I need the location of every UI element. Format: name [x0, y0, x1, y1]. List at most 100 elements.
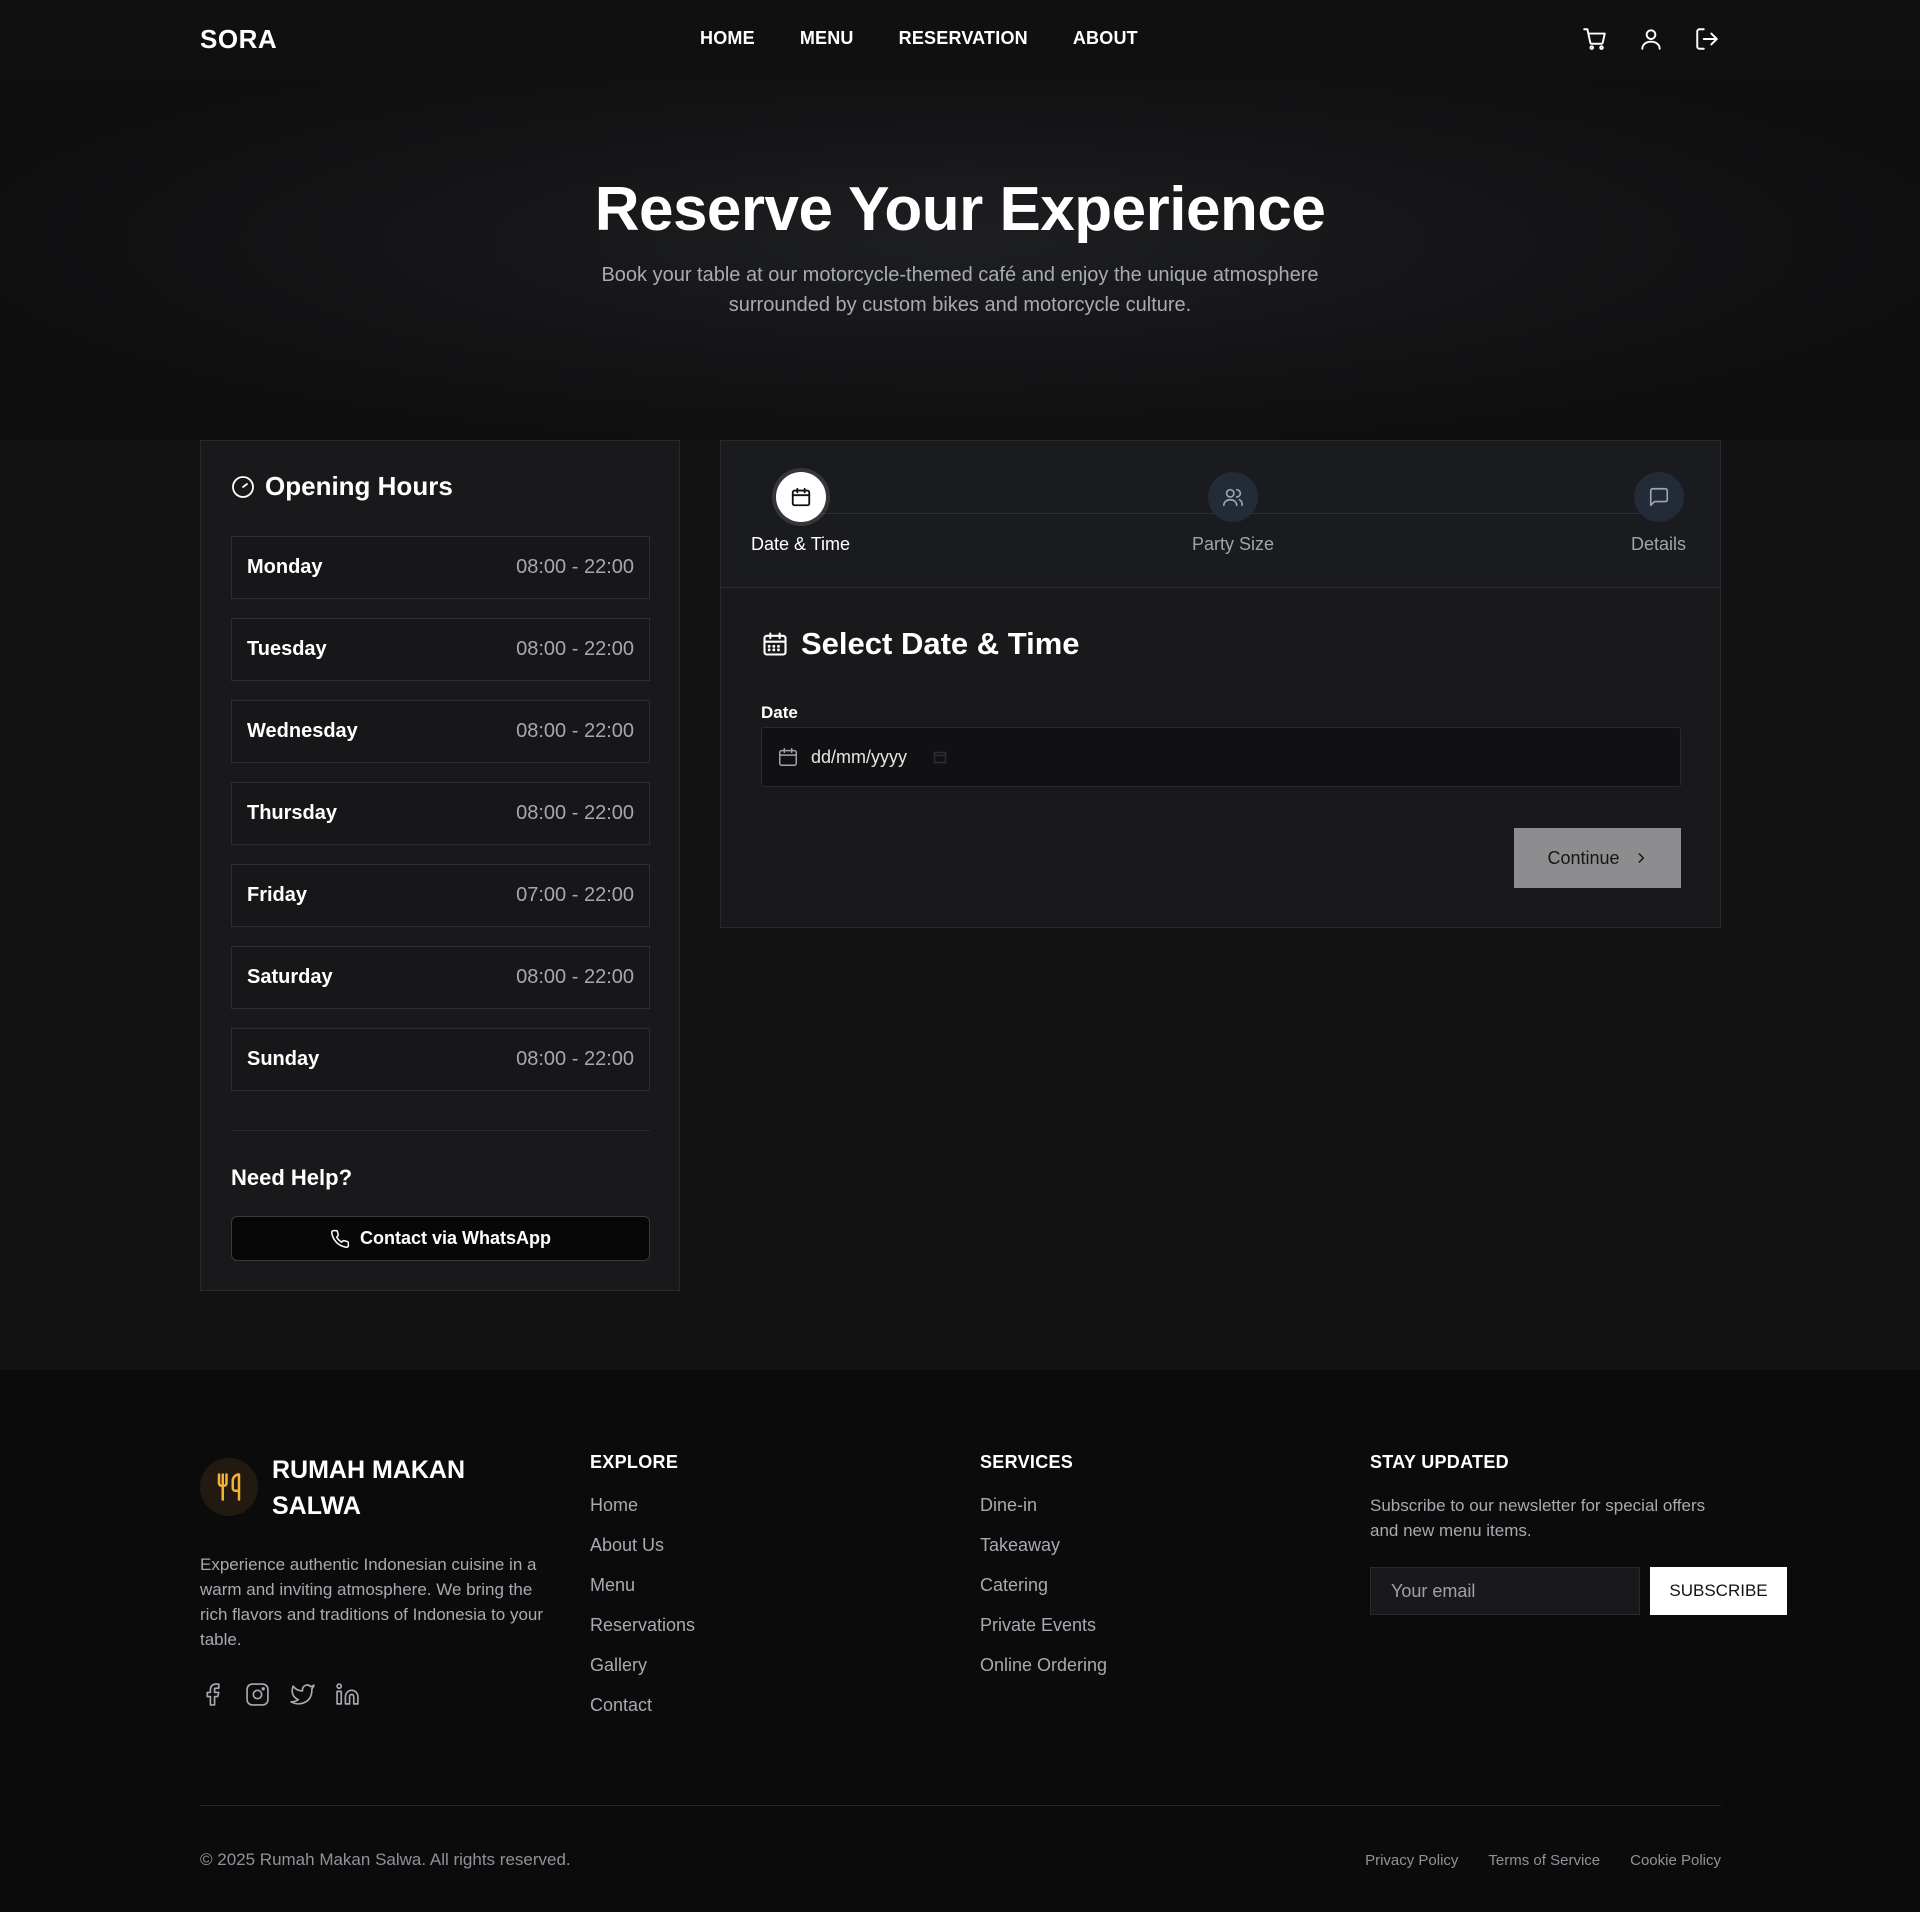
hours-time: 08:00 - 22:00	[516, 802, 634, 824]
hours-time: 08:00 - 22:00	[516, 966, 634, 988]
twitter-icon[interactable]	[290, 1682, 315, 1707]
utensils-icon	[200, 1458, 258, 1516]
site-logo[interactable]: SORA	[200, 24, 277, 55]
phone-icon	[330, 1229, 350, 1249]
logout-icon[interactable]	[1694, 26, 1720, 52]
step-indicator	[1633, 472, 1684, 522]
whatsapp-button-label: Contact via WhatsApp	[359, 1228, 551, 1248]
facebook-icon[interactable]	[200, 1682, 225, 1707]
calendar-icon	[761, 630, 789, 658]
step-indicator	[1208, 472, 1259, 522]
footer-link-about-us[interactable]: About Us	[590, 1533, 695, 1573]
hours-time: 08:00 - 22:00	[516, 1048, 634, 1070]
date-picker-icon[interactable]	[933, 750, 947, 764]
reservation-card: Date & Time Party Size Details Select Da…	[720, 440, 1721, 928]
cart-icon[interactable]	[1582, 26, 1608, 52]
nav-reservation[interactable]: RESERVATION	[899, 28, 1028, 49]
step-label: Details	[1631, 534, 1687, 554]
footer-explore-column: EXPLORE Home About Us Menu Reservations …	[590, 1452, 695, 1733]
explore-heading: EXPLORE	[590, 1452, 679, 1472]
hours-day: Monday	[247, 556, 323, 578]
footer-link-gallery[interactable]: Gallery	[590, 1653, 695, 1693]
hours-day: Friday	[247, 884, 308, 906]
divider	[200, 1805, 1721, 1806]
privacy-policy-link[interactable]: Privacy Policy	[1365, 1852, 1458, 1869]
hours-day: Sunday	[247, 1048, 320, 1070]
hours-time: 08:00 - 22:00	[516, 720, 634, 742]
linkedin-icon[interactable]	[335, 1682, 360, 1707]
footer-link-online-ordering[interactable]: Online Ordering	[980, 1653, 1107, 1693]
footer-link-dine-in[interactable]: Dine-in	[980, 1493, 1107, 1533]
page-title: Reserve Your Experience	[594, 175, 1326, 244]
hours-time: 08:00 - 22:00	[516, 556, 634, 578]
social-links	[200, 1682, 360, 1707]
footer-link-catering[interactable]: Catering	[980, 1573, 1107, 1613]
cookie-policy-link[interactable]: Cookie Policy	[1630, 1852, 1721, 1869]
step-label: Party Size	[1192, 534, 1275, 554]
chevron-right-icon	[1634, 851, 1648, 865]
terms-of-service-link[interactable]: Terms of Service	[1488, 1852, 1600, 1869]
hours-row-thursday: Thursday 08:00 - 22:00	[231, 782, 650, 845]
step-indicator-active	[775, 472, 826, 522]
nav-menu[interactable]: MENU	[800, 28, 854, 49]
nav-about[interactable]: ABOUT	[1073, 28, 1138, 49]
contact-whatsapp-button[interactable]: Contact via WhatsApp	[231, 1216, 650, 1261]
step-party-size[interactable]: Party Size	[1192, 472, 1274, 555]
hours-time: 07:00 - 22:00	[516, 884, 634, 906]
hours-row-monday: Monday 08:00 - 22:00	[231, 536, 650, 599]
footer-newsletter-column: STAY UPDATED Subscribe to our newsletter…	[1370, 1452, 1810, 1622]
continue-button-label: Continue	[1547, 847, 1620, 868]
hours-day: Saturday	[247, 966, 333, 988]
continue-button[interactable]: Continue	[1514, 828, 1681, 888]
date-input[interactable]: dd/mm/yyyy	[761, 727, 1681, 787]
clock-icon	[231, 475, 255, 499]
newsletter-heading: STAY UPDATED	[1370, 1452, 1509, 1472]
date-label: Date	[761, 703, 798, 722]
section-heading: Select Date & Time	[761, 626, 1080, 662]
email-input[interactable]	[1370, 1567, 1640, 1615]
calendar-icon	[777, 746, 799, 768]
brand-description: Experience authentic Indonesian cuisine …	[200, 1555, 544, 1649]
date-placeholder: dd/mm/yyyy	[811, 746, 908, 767]
legal-links: Privacy Policy Terms of Service Cookie P…	[1365, 1852, 1721, 1869]
user-icon[interactable]	[1638, 26, 1664, 52]
users-icon	[1222, 486, 1244, 508]
hero-section: Reserve Your Experience Book your table …	[0, 80, 1920, 440]
footer-link-home[interactable]: Home	[590, 1493, 695, 1533]
opening-hours-card: Opening Hours Monday 08:00 - 22:00 Tuesda…	[200, 440, 680, 1291]
nav-home[interactable]: HOME	[700, 28, 755, 49]
instagram-icon[interactable]	[245, 1682, 270, 1707]
calendar-icon	[790, 486, 812, 508]
reservation-stepper: Date & Time Party Size Details	[721, 441, 1720, 588]
footer-link-contact[interactable]: Contact	[590, 1693, 695, 1733]
hours-day: Thursday	[247, 802, 338, 824]
need-help-heading: Need Help?	[231, 1165, 353, 1190]
footer-link-takeaway[interactable]: Takeaway	[980, 1533, 1107, 1573]
site-footer: RUMAH MAKAN SALWA Experience authentic I…	[0, 1370, 1920, 1912]
section-title: Select Date & Time	[801, 626, 1080, 661]
step-details[interactable]: Details	[1631, 472, 1686, 555]
opening-hours-title: Opening Hours	[265, 471, 453, 501]
newsletter-description: Subscribe to our newsletter for special …	[1370, 1496, 1706, 1540]
hours-row-saturday: Saturday 08:00 - 22:00	[231, 946, 650, 1009]
subscribe-button[interactable]: SUBSCRIBE	[1650, 1567, 1787, 1615]
hero-subtitle: Book your table at our motorcycle-themed…	[601, 264, 1319, 316]
copyright-text: © 2025 Rumah Makan Salwa. All rights res…	[200, 1850, 571, 1869]
message-icon	[1648, 486, 1670, 508]
footer-link-reservations[interactable]: Reservations	[590, 1613, 695, 1653]
header-actions	[1582, 26, 1720, 52]
main-nav: HOME MENU RESERVATION ABOUT	[700, 28, 1138, 49]
divider	[231, 1130, 650, 1131]
opening-hours-heading: Opening Hours	[231, 471, 453, 502]
hours-time: 08:00 - 22:00	[516, 638, 634, 660]
hours-day: Tuesday	[247, 638, 327, 660]
hours-row-wednesday: Wednesday 08:00 - 22:00	[231, 700, 650, 763]
hours-list: Monday 08:00 - 22:00 Tuesday 08:00 - 22:00…	[231, 536, 650, 1110]
step-date-time[interactable]: Date & Time	[751, 472, 850, 555]
footer-link-private-events[interactable]: Private Events	[980, 1613, 1107, 1653]
hours-row-friday: Friday 07:00 - 22:00	[231, 864, 650, 927]
step-label: Date & Time	[751, 534, 851, 554]
brand-name: RUMAH MAKAN SALWA	[272, 1456, 466, 1520]
footer-link-menu[interactable]: Menu	[590, 1573, 695, 1613]
hours-row-sunday: Sunday 08:00 - 22:00	[231, 1028, 650, 1091]
